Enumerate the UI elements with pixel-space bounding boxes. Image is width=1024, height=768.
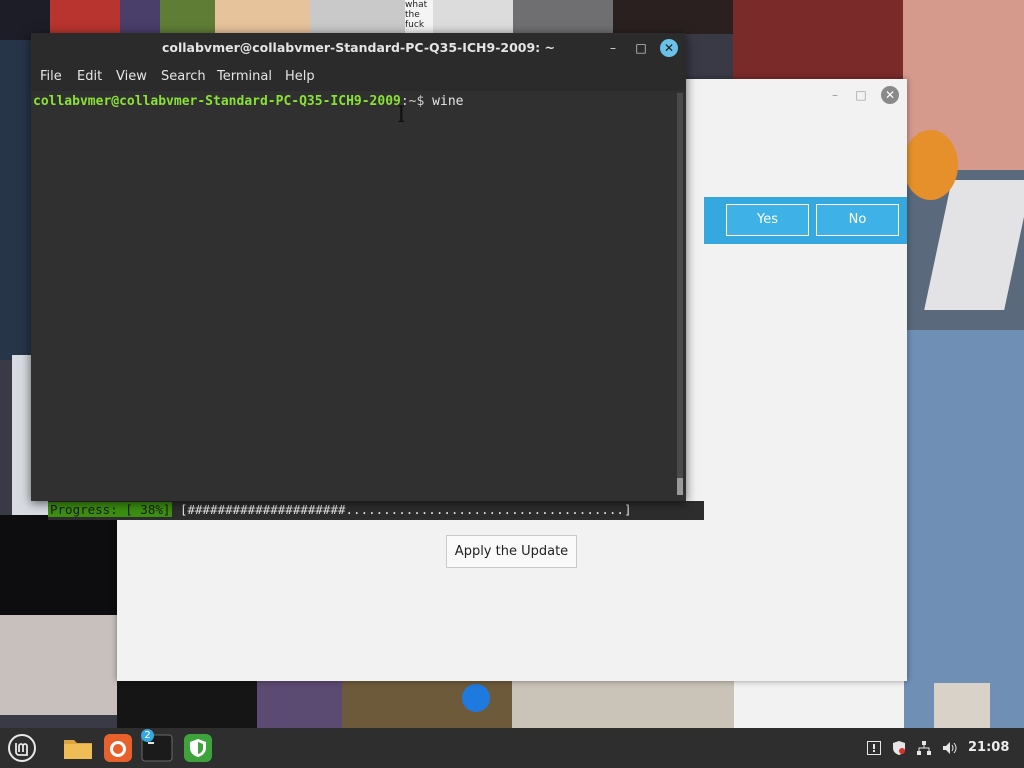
menu-help[interactable]: Help <box>285 63 315 91</box>
terminal-window: collabvmer@collabvmer-Standard-PC-Q35-IC… <box>31 33 686 501</box>
close-button[interactable]: ✕ <box>660 39 678 57</box>
confirm-prompt-bar: Yes No <box>704 197 907 244</box>
wallpaper-tile <box>117 681 257 728</box>
wallpaper-tile <box>0 40 31 360</box>
wallpaper-tile <box>903 330 1024 728</box>
start-menu-button[interactable] <box>6 732 38 764</box>
update-manager-icon[interactable] <box>864 728 884 768</box>
wallpaper-tile <box>0 615 117 715</box>
wallpaper-tile <box>733 0 903 90</box>
wallpaper-tile <box>513 0 613 34</box>
maximize-button[interactable]: □ <box>853 87 869 103</box>
progress-label: Progress: [ 38%] <box>48 502 173 517</box>
maximize-button[interactable]: □ <box>633 40 649 56</box>
wallpaper-tile: what the fuck <box>405 0 433 34</box>
progress-output: Progress: [ 38%] [#####################.… <box>48 501 688 519</box>
wallpaper-tile <box>934 683 990 728</box>
wallpaper-tile <box>160 0 215 34</box>
wallpaper-tile <box>433 0 513 34</box>
menu-file[interactable]: File <box>40 63 62 91</box>
close-button[interactable]: ✕ <box>881 86 899 104</box>
shield-icon <box>184 734 212 762</box>
wallpaper-tile <box>462 684 490 712</box>
wallpaper-tile <box>512 681 734 728</box>
yes-button[interactable]: Yes <box>726 204 809 236</box>
text-cursor-icon: I <box>397 103 406 128</box>
network-icon[interactable] <box>914 728 934 768</box>
linux-mint-logo-icon <box>8 734 36 762</box>
menu-terminal[interactable]: Terminal <box>217 63 272 91</box>
terminal-scrollbar[interactable] <box>677 93 683 495</box>
wallpaper-tile <box>734 681 904 728</box>
menu-search[interactable]: Search <box>161 63 206 91</box>
wallpaper-tile <box>50 0 120 34</box>
wallpaper-tile <box>215 0 310 34</box>
files-launcher[interactable] <box>62 732 94 764</box>
terminal-launcher[interactable]: 2 <box>141 729 173 764</box>
terminal-titlebar[interactable]: collabvmer@collabvmer-Standard-PC-Q35-IC… <box>31 33 686 63</box>
window-title: collabvmer@collabvmer-Standard-PC-Q35-IC… <box>161 40 556 55</box>
close-icon: ✕ <box>663 41 675 55</box>
volume-icon[interactable] <box>940 728 960 768</box>
no-button[interactable]: No <box>816 204 899 236</box>
progress-bar-text: [#####################..................… <box>172 502 632 517</box>
menu-edit[interactable]: Edit <box>77 63 102 91</box>
wallpaper-tile <box>903 130 958 200</box>
wallpaper-tile <box>310 0 405 34</box>
taskbar: 2 21:08 <box>0 728 1024 768</box>
wallpaper-tile <box>257 681 342 728</box>
firefox-icon <box>104 734 132 762</box>
command-text: wine <box>432 94 464 109</box>
menu-bar: File Edit View Search Terminal Help <box>31 63 686 91</box>
apply-update-button[interactable]: Apply the Update <box>446 535 577 568</box>
scrollbar-thumb[interactable] <box>677 478 683 495</box>
prompt-user-host: collabvmer@collabvmer-Standard-PC-Q35-IC… <box>33 94 401 109</box>
clock[interactable]: 21:08 <box>968 728 1009 768</box>
security-app-launcher[interactable] <box>182 732 214 764</box>
wallpaper-tile <box>0 515 117 615</box>
wallpaper-caption: what the fuck <box>405 0 428 30</box>
window-count-badge: 2 <box>141 729 154 742</box>
terminal-output[interactable]: collabvmer@collabvmer-Standard-PC-Q35-IC… <box>31 91 676 501</box>
folder-icon <box>64 740 92 759</box>
wallpaper-tile <box>613 0 733 34</box>
badge-count: 2 <box>144 730 151 741</box>
minimize-button[interactable]: – <box>827 87 843 103</box>
close-icon: ✕ <box>884 88 896 102</box>
menu-view[interactable]: View <box>116 63 147 91</box>
firefox-launcher[interactable] <box>102 732 134 764</box>
minimize-button[interactable]: – <box>605 40 621 56</box>
shield-tray-icon[interactable] <box>889 728 909 768</box>
